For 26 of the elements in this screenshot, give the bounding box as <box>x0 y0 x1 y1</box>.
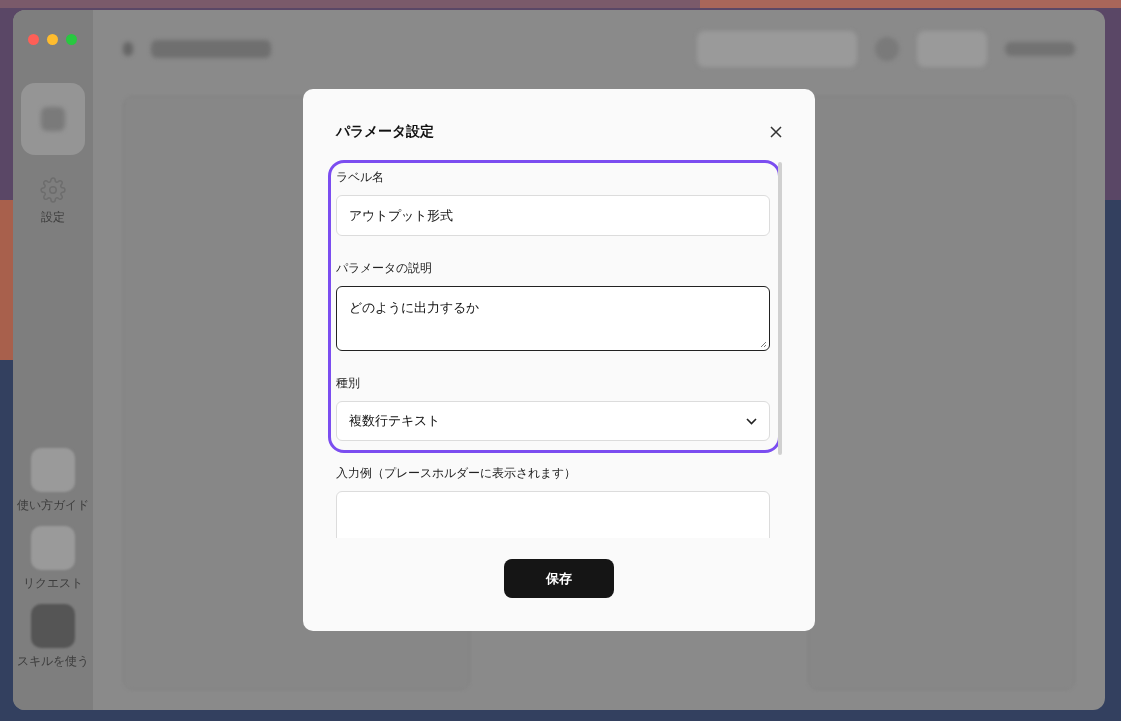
sidebar-app-button[interactable] <box>31 526 75 570</box>
dialog-title: パラメータ設定 <box>336 123 434 141</box>
sidebar-label: 設定 <box>41 208 65 226</box>
resize-handle-icon <box>760 341 767 348</box>
textarea-field[interactable] <box>336 491 770 538</box>
type-select[interactable]: 複数行テキスト <box>336 401 770 441</box>
minimize-window-button[interactable] <box>47 34 58 45</box>
field-label: 入力例（プレースホルダーに表示されます） <box>336 465 577 482</box>
text-input-field[interactable]: アウトプット形式 <box>336 195 770 236</box>
sidebar-label: スキルを使う <box>17 653 89 670</box>
blurred-back-arrow-icon <box>123 42 133 56</box>
chevron-down-icon <box>746 417 757 425</box>
sidebar-label: 使い方ガイド <box>17 497 89 514</box>
sidebar-item[interactable] <box>21 83 85 155</box>
field-label: ラベル名 <box>336 169 385 186</box>
field-label: パラメータの説明 <box>336 260 433 277</box>
sidebar-app-button[interactable] <box>31 448 75 492</box>
sidebar-app-button[interactable] <box>31 604 75 648</box>
textarea-field[interactable]: どのように出力するか <box>336 286 770 351</box>
zoom-window-button[interactable] <box>66 34 77 45</box>
close-window-button[interactable] <box>28 34 39 45</box>
save-button[interactable]: 保存 <box>504 559 614 598</box>
blurred-icon <box>41 107 65 131</box>
close-button[interactable] <box>769 125 783 139</box>
field-label: 種別 <box>336 375 361 392</box>
scrollbar-thumb[interactable] <box>778 162 782 455</box>
